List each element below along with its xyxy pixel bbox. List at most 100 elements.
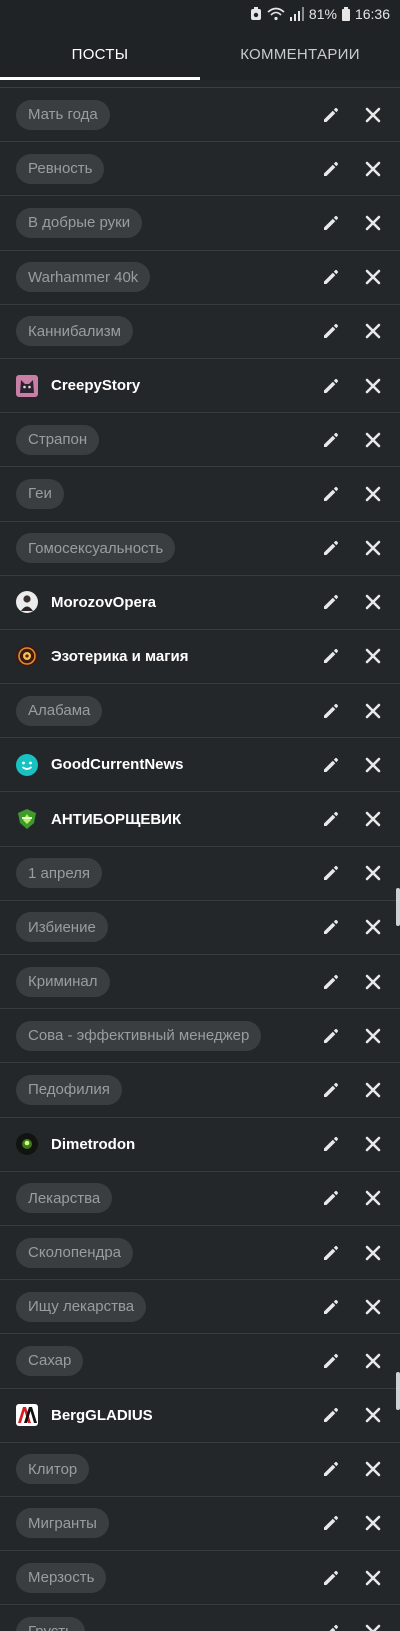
community-link[interactable]: Эзотерика и магия xyxy=(16,645,188,668)
edit-pencil-icon[interactable] xyxy=(318,589,344,615)
remove-close-icon[interactable] xyxy=(360,156,386,182)
tag-chip[interactable]: Сова - эффективный менеджер xyxy=(16,1020,262,1051)
edit-pencil-icon[interactable] xyxy=(318,1185,344,1211)
edit-pencil-icon[interactable] xyxy=(318,752,344,778)
remove-close-icon[interactable] xyxy=(360,427,386,453)
edit-pencil-icon[interactable] xyxy=(318,1402,344,1428)
scrollbar-thumb[interactable] xyxy=(396,1372,400,1410)
remove-close-icon[interactable] xyxy=(360,1619,386,1631)
remove-close-icon[interactable] xyxy=(360,1240,386,1266)
list-item: CreepyStory xyxy=(0,359,400,414)
remove-close-icon[interactable] xyxy=(360,806,386,832)
remove-close-icon[interactable] xyxy=(360,1023,386,1049)
edit-pencil-icon[interactable] xyxy=(318,1023,344,1049)
edit-pencil-icon[interactable] xyxy=(318,1565,344,1591)
remove-close-icon[interactable] xyxy=(360,102,386,128)
clock: 16:36 xyxy=(354,6,390,22)
edit-pencil-icon[interactable] xyxy=(318,969,344,995)
edit-pencil-icon[interactable] xyxy=(318,1294,344,1320)
tag-chip[interactable]: Ревность xyxy=(16,153,105,184)
tag-chip[interactable]: Геи xyxy=(16,478,64,509)
remove-close-icon[interactable] xyxy=(360,1348,386,1374)
edit-pencil-icon[interactable] xyxy=(318,1510,344,1536)
community-link[interactable]: BergGLADIUS xyxy=(16,1404,153,1427)
remove-close-icon[interactable] xyxy=(360,860,386,886)
tag-chip[interactable]: Сахар xyxy=(16,1345,84,1376)
community-link[interactable]: GoodCurrentNews xyxy=(16,753,184,776)
edit-pencil-icon[interactable] xyxy=(318,481,344,507)
edit-pencil-icon[interactable] xyxy=(318,210,344,236)
edit-pencil-icon[interactable] xyxy=(318,643,344,669)
tag-chip[interactable]: Грусть xyxy=(16,1616,85,1631)
remove-close-icon[interactable] xyxy=(360,1294,386,1320)
edit-pencil-icon[interactable] xyxy=(318,264,344,290)
tag-chip[interactable]: Алабама xyxy=(16,695,103,726)
edit-pencil-icon[interactable] xyxy=(318,860,344,886)
remove-close-icon[interactable] xyxy=(360,1402,386,1428)
edit-pencil-icon[interactable] xyxy=(318,1348,344,1374)
tag-chip[interactable]: Сколопендра xyxy=(16,1237,134,1268)
tag-chip[interactable]: Мать года xyxy=(16,99,110,130)
community-link[interactable]: АНТИБОРЩЕВИК xyxy=(16,808,181,830)
edit-pencil-icon[interactable] xyxy=(318,914,344,940)
tag-chip[interactable]: Страпон xyxy=(16,424,100,455)
tag-chip[interactable]: Педофилия xyxy=(16,1074,122,1105)
tab-posts[interactable]: ПОСТЫ xyxy=(0,28,200,80)
remove-close-icon[interactable] xyxy=(360,1131,386,1157)
edit-pencil-icon[interactable] xyxy=(318,373,344,399)
tag-chip[interactable]: Клитор xyxy=(16,1454,90,1485)
edit-pencil-icon[interactable] xyxy=(318,427,344,453)
tag-chip[interactable]: Warhammer 40k xyxy=(16,262,151,293)
edit-pencil-icon[interactable] xyxy=(318,1240,344,1266)
scrollbar-thumb[interactable] xyxy=(396,888,400,926)
tag-chip[interactable]: Криминал xyxy=(16,966,110,997)
community-link[interactable]: Dimetrodon xyxy=(16,1133,135,1156)
remove-close-icon[interactable] xyxy=(360,264,386,290)
remove-close-icon[interactable] xyxy=(360,589,386,615)
edit-pencil-icon[interactable] xyxy=(318,102,344,128)
remove-close-icon[interactable] xyxy=(360,1565,386,1591)
remove-close-icon[interactable] xyxy=(360,535,386,561)
edit-pencil-icon[interactable] xyxy=(318,806,344,832)
remove-close-icon[interactable] xyxy=(360,318,386,344)
edit-pencil-icon[interactable] xyxy=(318,156,344,182)
community-link[interactable]: CreepyStory xyxy=(16,374,140,397)
tag-chip[interactable]: Мерзость xyxy=(16,1562,107,1593)
list-item: BergGLADIUS xyxy=(0,1389,400,1443)
remove-close-icon[interactable] xyxy=(360,1185,386,1211)
list-item: Клитор xyxy=(0,1443,400,1497)
remove-close-icon[interactable] xyxy=(360,969,386,995)
edit-pencil-icon[interactable] xyxy=(318,535,344,561)
remove-close-icon[interactable] xyxy=(360,643,386,669)
community-link[interactable]: MorozovOpera xyxy=(16,591,156,614)
remove-close-icon[interactable] xyxy=(360,1456,386,1482)
tag-chip[interactable]: Мигранты xyxy=(16,1508,109,1539)
tab-comments[interactable]: КОММЕНТАРИИ xyxy=(200,28,400,80)
tag-chip[interactable]: Избиение xyxy=(16,912,108,943)
list-item-content: Клитор xyxy=(16,1454,318,1485)
item-actions xyxy=(318,318,386,344)
list-item: Каннибализм xyxy=(0,305,400,359)
list-item-content: Криминал xyxy=(16,966,318,997)
remove-close-icon[interactable] xyxy=(360,698,386,724)
tag-chip[interactable]: В добрые руки xyxy=(16,207,143,238)
edit-pencil-icon[interactable] xyxy=(318,698,344,724)
remove-close-icon[interactable] xyxy=(360,373,386,399)
tag-chip[interactable]: 1 апреля xyxy=(16,858,103,889)
tag-chip[interactable]: Ищу лекарства xyxy=(16,1291,147,1322)
remove-close-icon[interactable] xyxy=(360,914,386,940)
remove-close-icon[interactable] xyxy=(360,752,386,778)
remove-close-icon[interactable] xyxy=(360,1077,386,1103)
item-actions xyxy=(318,102,386,128)
edit-pencil-icon[interactable] xyxy=(318,1456,344,1482)
remove-close-icon[interactable] xyxy=(360,481,386,507)
remove-close-icon[interactable] xyxy=(360,1510,386,1536)
edit-pencil-icon[interactable] xyxy=(318,1131,344,1157)
edit-pencil-icon[interactable] xyxy=(318,1077,344,1103)
tag-chip[interactable]: Гомосексуальность xyxy=(16,533,176,564)
tag-chip[interactable]: Каннибализм xyxy=(16,316,133,347)
remove-close-icon[interactable] xyxy=(360,210,386,236)
edit-pencil-icon[interactable] xyxy=(318,318,344,344)
edit-pencil-icon[interactable] xyxy=(318,1619,344,1631)
tag-chip[interactable]: Лекарства xyxy=(16,1183,113,1214)
